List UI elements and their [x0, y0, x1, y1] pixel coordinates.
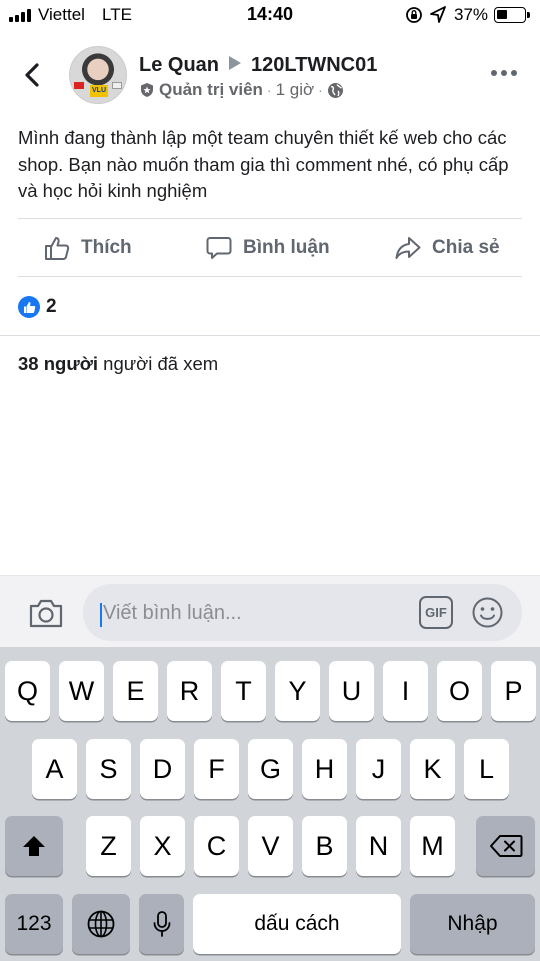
gif-button[interactable]: GIF [419, 596, 453, 629]
key-n[interactable]: N [356, 816, 401, 876]
divider [18, 218, 522, 219]
on-screen-keyboard: 123 dấu cách Nhập QWERTYUIOP ASDFGHJKL ZXC… [0, 647, 540, 961]
text-cursor [100, 603, 102, 627]
thumbs-up-icon [45, 237, 70, 260]
status-bar: Viettel LTE 14:40 37% [0, 0, 540, 30]
dictation-key[interactable] [139, 894, 184, 954]
key-b[interactable]: B [302, 816, 347, 876]
post-meta: Quản trị viên · 1 giờ · [139, 80, 344, 100]
key-j[interactable]: J [356, 739, 401, 799]
flag-icon [112, 82, 122, 89]
post-actions: Thích Bình luận Chia sẻ [0, 220, 540, 276]
delete-icon [489, 835, 522, 857]
share-label: Chia sẻ [432, 237, 500, 258]
location-icon [430, 6, 446, 23]
emoji-icon[interactable] [471, 596, 504, 629]
key-c[interactable]: C [194, 816, 239, 876]
key-u[interactable]: U [329, 661, 374, 721]
key-v[interactable]: V [248, 816, 293, 876]
group-name[interactable]: 120LTWNC01 [251, 54, 377, 76]
battery-percent: 37% [454, 5, 489, 24]
key-w[interactable]: W [59, 661, 104, 721]
space-key[interactable]: dấu cách [193, 894, 401, 954]
key-a[interactable]: A [32, 739, 77, 799]
back-chevron-icon[interactable] [20, 60, 46, 90]
reactions-summary[interactable]: 2 [18, 295, 57, 319]
camera-icon[interactable] [28, 597, 64, 629]
key-k[interactable]: K [410, 739, 455, 799]
microphone-icon [153, 911, 170, 937]
separator-dot: · [266, 82, 272, 98]
key-h[interactable]: H [302, 739, 347, 799]
key-m[interactable]: M [410, 816, 455, 876]
key-o[interactable]: O [437, 661, 482, 721]
like-reaction-icon [18, 296, 40, 318]
key-q[interactable]: Q [5, 661, 50, 721]
author-name[interactable]: Le Quan [139, 54, 219, 76]
globe-key[interactable] [72, 894, 130, 954]
shift-arrow-icon [23, 836, 45, 856]
arrow-right-icon [229, 56, 242, 70]
divider [0, 335, 540, 336]
like-label: Thích [81, 237, 132, 258]
key-x[interactable]: X [140, 816, 185, 876]
key-p[interactable]: P [491, 661, 536, 721]
key-d[interactable]: D [140, 739, 185, 799]
key-z[interactable]: Z [86, 816, 131, 876]
avatar-badge: VLU [90, 85, 108, 97]
separator-dot: · [318, 82, 323, 98]
divider [18, 276, 522, 277]
comment-input-wrapper[interactable]: GIF [83, 584, 522, 641]
flag-icon [74, 82, 84, 89]
numbers-key[interactable]: 123 [5, 894, 63, 954]
key-t[interactable]: T [221, 661, 266, 721]
key-r[interactable]: R [167, 661, 212, 721]
shift-key[interactable] [5, 816, 63, 876]
more-options-icon[interactable] [491, 70, 517, 78]
return-key[interactable]: Nhập [410, 894, 535, 954]
author-role: Quản trị viên [159, 80, 263, 99]
backspace-key[interactable] [476, 816, 535, 876]
comment-composer: GIF [0, 575, 540, 647]
key-s[interactable]: S [86, 739, 131, 799]
post-time[interactable]: 1 giờ [276, 80, 315, 100]
seen-count: 38 người [18, 353, 99, 374]
reaction-count: 2 [46, 296, 57, 317]
seen-suffix: người đã xem [98, 353, 219, 374]
comment-bubble-icon [206, 237, 232, 259]
key-g[interactable]: G [248, 739, 293, 799]
globe-icon [87, 910, 115, 938]
comment-label: Bình luận [243, 237, 330, 258]
key-e[interactable]: E [113, 661, 158, 721]
battery-icon [494, 7, 530, 23]
globe-icon [327, 82, 343, 98]
post-author-line: Le Quan 120LTWNC01 [139, 54, 377, 77]
admin-shield-icon [141, 83, 153, 97]
key-l[interactable]: L [464, 739, 509, 799]
share-button[interactable]: Chia sẻ [394, 220, 500, 276]
key-y[interactable]: Y [275, 661, 320, 721]
share-arrow-icon [395, 237, 421, 259]
key-i[interactable]: I [383, 661, 428, 721]
key-f[interactable]: F [194, 739, 239, 799]
comment-input[interactable] [103, 594, 403, 632]
author-avatar[interactable]: VLU [69, 46, 127, 104]
comment-button[interactable]: Bình luận [205, 220, 330, 276]
seen-by-text[interactable]: 38 người người đã xem [18, 353, 218, 375]
post-text: Mình đang thành lập một team chuyên thiế… [18, 127, 509, 201]
rotation-lock-icon [406, 7, 422, 23]
like-button[interactable]: Thích [43, 220, 132, 276]
